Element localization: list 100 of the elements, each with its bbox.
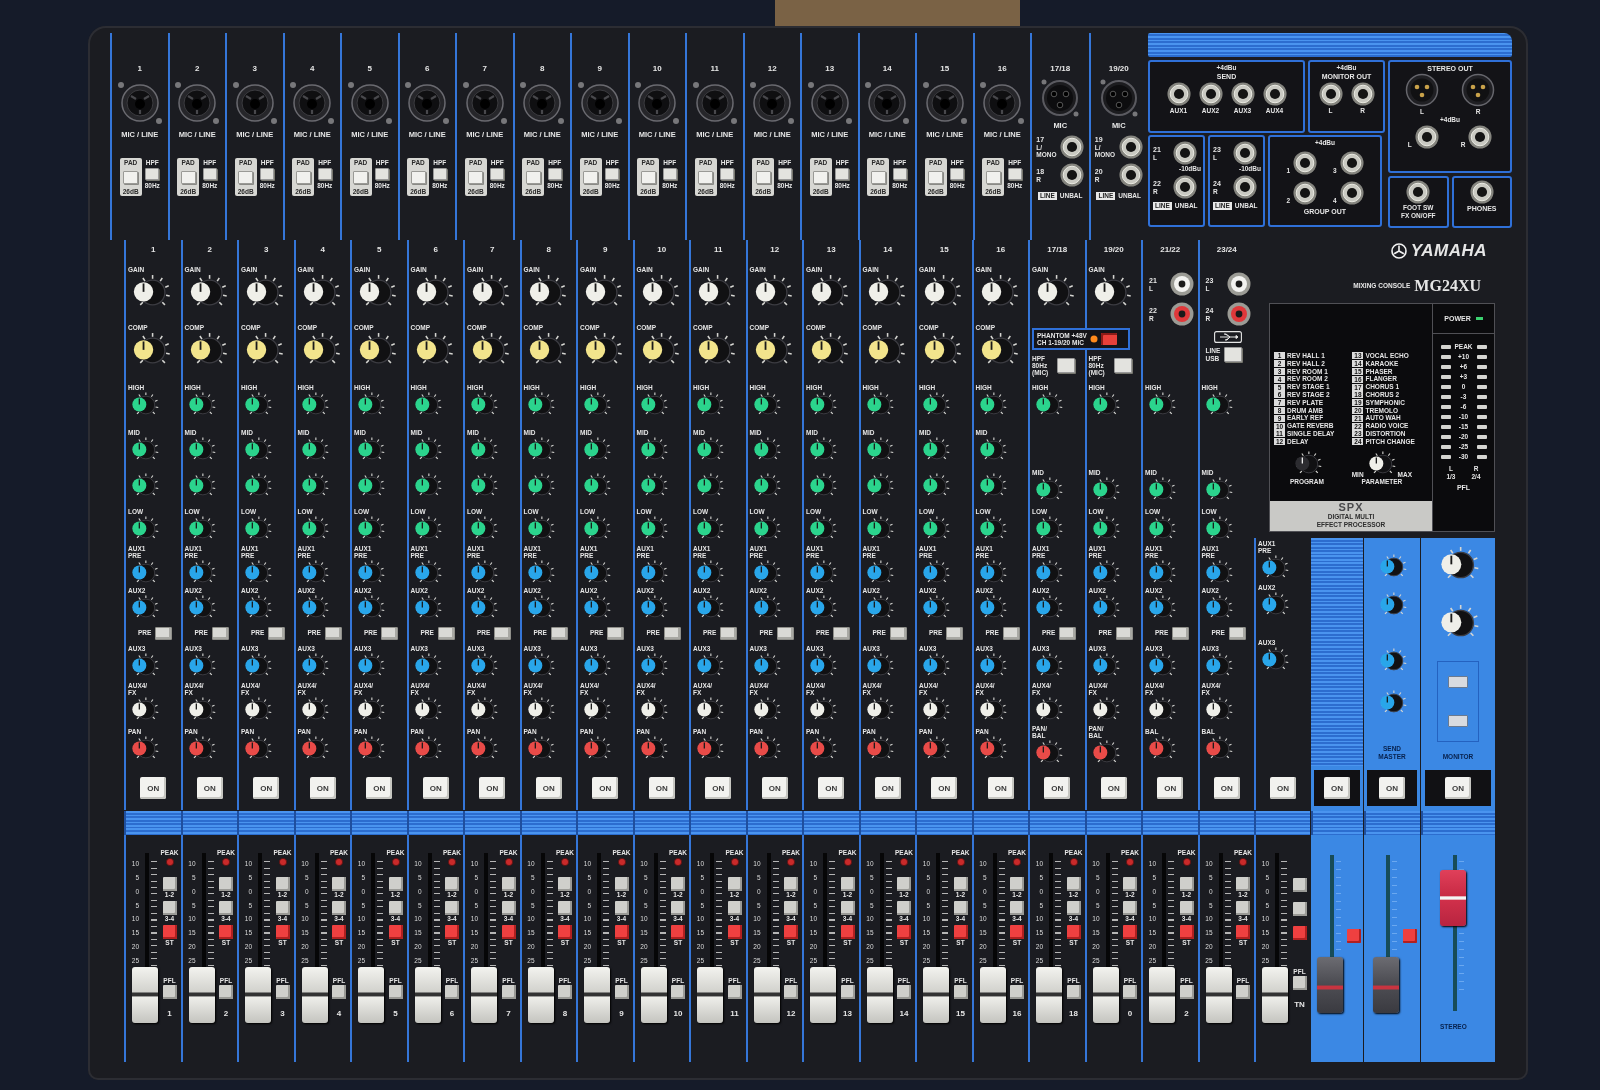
fader-knob[interactable] <box>301 967 328 1024</box>
fader-knob[interactable] <box>697 967 723 1024</box>
on-button[interactable]: ON <box>196 777 223 799</box>
pad-switch[interactable] <box>525 170 541 184</box>
pre-switch[interactable] <box>720 626 738 640</box>
bus-assign-button[interactable] <box>953 901 968 915</box>
fader-knob[interactable] <box>1036 967 1062 1024</box>
pad-switch[interactable] <box>698 170 714 184</box>
stereo-assign-button[interactable] <box>727 925 742 939</box>
stereo-assign-button[interactable] <box>840 925 855 939</box>
bus-assign-button[interactable] <box>162 877 177 891</box>
stereo-assign-button[interactable] <box>1292 926 1307 940</box>
bus-assign-button[interactable] <box>388 901 403 915</box>
pre-switch[interactable] <box>324 626 342 640</box>
fader-knob[interactable] <box>471 967 497 1024</box>
stereo-assign-button[interactable] <box>1066 925 1081 939</box>
on-button[interactable]: ON <box>535 777 562 799</box>
on-button[interactable]: ON <box>366 777 393 799</box>
fader-knob[interactable] <box>979 967 1006 1024</box>
source-switch[interactable] <box>1448 715 1468 728</box>
pad-switch[interactable] <box>813 170 829 184</box>
hpf-switch[interactable] <box>720 168 735 180</box>
pfl-button[interactable] <box>1066 985 1081 999</box>
pad-switch[interactable] <box>640 170 656 184</box>
pfl-button[interactable] <box>162 985 177 999</box>
fader-knob[interactable] <box>132 967 158 1024</box>
on-button[interactable]: ON <box>592 777 619 799</box>
on-button[interactable]: ON <box>309 777 336 799</box>
bus-assign-button[interactable] <box>275 877 290 891</box>
fader-knob[interactable] <box>1092 967 1119 1024</box>
on-button[interactable]: ON <box>253 777 280 799</box>
fader-knob[interactable] <box>414 967 441 1024</box>
on-button[interactable]: ON <box>1445 777 1471 799</box>
pfl-button[interactable] <box>953 985 968 999</box>
stereo-assign-button[interactable] <box>614 925 629 939</box>
fader-knob[interactable] <box>1262 967 1288 1024</box>
pre-switch[interactable] <box>1059 626 1077 640</box>
fader-knob[interactable] <box>245 967 271 1024</box>
stereo-assign-button[interactable] <box>388 925 403 939</box>
on-button[interactable]: ON <box>479 777 506 799</box>
pfl-button[interactable] <box>614 985 629 999</box>
bus-assign-button[interactable] <box>727 877 742 891</box>
pfl-button[interactable] <box>1179 985 1194 999</box>
fader-knob[interactable] <box>188 967 215 1024</box>
pad-switch[interactable] <box>870 170 886 184</box>
hpf-switch[interactable] <box>202 168 217 180</box>
on-button[interactable]: ON <box>818 777 845 799</box>
bus-assign-button[interactable] <box>162 901 177 915</box>
line-usb-switch[interactable] <box>1224 347 1243 362</box>
bus-assign-button[interactable] <box>501 901 516 915</box>
pad-switch[interactable] <box>468 170 484 184</box>
on-button[interactable]: ON <box>1270 777 1296 799</box>
pad-switch[interactable] <box>180 170 196 184</box>
pre-switch[interactable] <box>268 626 286 640</box>
on-button[interactable]: ON <box>140 777 167 799</box>
bus-assign-button[interactable] <box>1292 878 1307 892</box>
on-button[interactable]: ON <box>1324 777 1350 799</box>
on-button[interactable]: ON <box>1379 777 1405 799</box>
stereo-assign-button[interactable] <box>162 925 177 939</box>
hpf-switch[interactable] <box>950 168 965 180</box>
hpf-switch[interactable] <box>490 168 505 180</box>
bus-assign-button[interactable] <box>501 877 516 891</box>
on-button[interactable]: ON <box>1044 777 1071 799</box>
hpf-switch[interactable] <box>662 168 677 180</box>
bus-assign-button[interactable] <box>1179 901 1194 915</box>
hpf-switch[interactable] <box>375 168 390 180</box>
bus-assign-button[interactable] <box>614 877 629 891</box>
stereo-assign-button[interactable] <box>501 925 516 939</box>
pre-switch[interactable] <box>776 626 794 640</box>
bus-assign-button[interactable] <box>1066 901 1081 915</box>
hpf-switch[interactable] <box>777 168 792 180</box>
hpf-switch[interactable] <box>317 168 332 180</box>
fader-knob[interactable] <box>1205 967 1232 1024</box>
fader-knob[interactable] <box>923 967 949 1024</box>
bus-assign-button[interactable] <box>388 877 403 891</box>
on-button[interactable]: ON <box>761 777 788 799</box>
pre-switch[interactable] <box>155 626 173 640</box>
stereo-assign-button[interactable] <box>275 925 290 939</box>
bus-assign-button[interactable] <box>275 901 290 915</box>
pre-switch[interactable] <box>607 626 625 640</box>
hpf-switch[interactable] <box>1113 358 1132 373</box>
fader-knob[interactable] <box>810 967 836 1024</box>
pre-switch[interactable] <box>1228 626 1246 640</box>
hpf-switch[interactable] <box>892 168 907 180</box>
pre-switch[interactable] <box>1115 626 1133 640</box>
pre-switch[interactable] <box>550 626 568 640</box>
pad-switch[interactable] <box>295 170 311 184</box>
stereo-assign-button[interactable] <box>953 925 968 939</box>
hpf-switch[interactable] <box>145 168 160 180</box>
pfl-button[interactable] <box>388 985 403 999</box>
hpf-switch[interactable] <box>1007 168 1022 180</box>
fader-knob[interactable] <box>358 967 384 1024</box>
pre-switch[interactable] <box>1172 626 1190 640</box>
fader-knob[interactable] <box>640 967 667 1024</box>
source-switch[interactable] <box>1448 675 1468 688</box>
hpf-switch[interactable] <box>605 168 620 180</box>
on-button[interactable]: ON <box>987 777 1014 799</box>
on-button[interactable]: ON <box>705 777 732 799</box>
bus-assign-button[interactable] <box>840 877 855 891</box>
pad-switch[interactable] <box>928 170 944 184</box>
